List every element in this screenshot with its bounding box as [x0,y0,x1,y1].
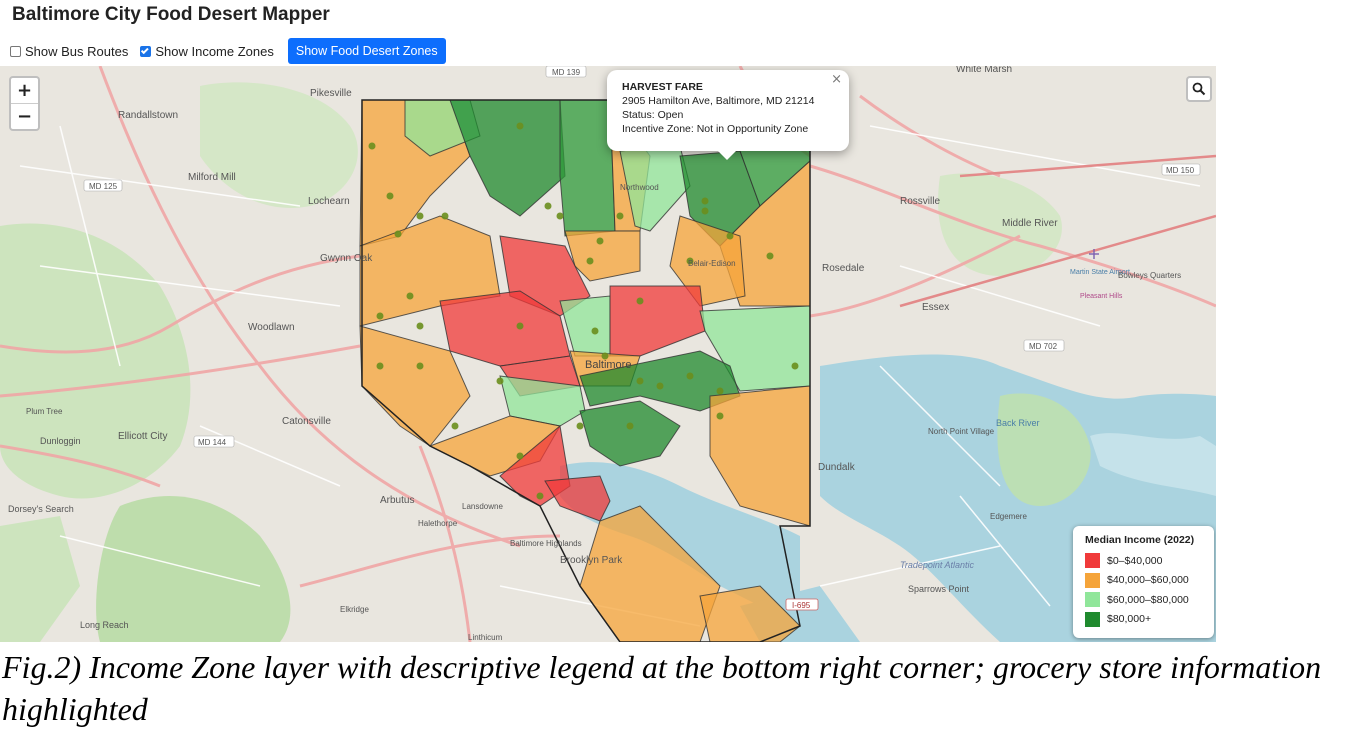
label-edgemere: Edgemere [990,512,1027,521]
basemap[interactable]: Pikesville Randallstown Milford Mill Loc… [0,66,1216,642]
label-arbutus: Arbutus [380,495,414,506]
map-view[interactable]: Pikesville Randallstown Milford Mill Loc… [0,66,1216,642]
legend-label: $60,000–$80,000 [1107,593,1189,606]
bus-routes-label: Show Bus Routes [25,43,129,59]
store-incentive-zone: Incentive Zone: Not in Opportunity Zone [622,123,809,135]
income-zones-label: Show Income Zones [155,43,274,59]
income-zones-toggle[interactable]: Show Income Zones [140,44,274,59]
zone-orange-se [709,385,811,527]
store-status: Status: Open [622,109,684,121]
zoom-in-button[interactable]: + [11,78,38,103]
road-label-md125: MD 125 [89,182,118,191]
label-northwood: Northwood [620,183,659,192]
label-brooklyn-park: Brooklyn Park [560,555,623,566]
label-lansdowne: Lansdowne [462,502,503,511]
park-north [200,82,358,208]
road-label-md702: MD 702 [1029,342,1058,351]
label-back-river: Back River [996,418,1040,428]
label-lochearn: Lochearn [308,196,350,207]
label-rossville: Rossville [900,196,940,207]
zoom-out-button[interactable]: − [11,103,38,129]
legend-label: $0–$40,000 [1107,554,1163,567]
label-dorseys-search: Dorsey's Search [8,504,74,514]
legend-title: Median Income (2022) [1085,534,1195,546]
label-halethorpe: Halethorpe [418,519,458,528]
zone-green-canton [579,400,681,467]
zoom-control: + − [9,76,40,131]
label-randallstown: Randallstown [118,110,178,121]
search-icon [1192,82,1206,96]
park-sw-edge [0,516,80,642]
label-middle-river: Middle River [1002,218,1058,229]
label-tradepoint-atlantic: Tradepoint Atlantic [900,560,975,570]
road-label-md150: MD 150 [1166,166,1195,175]
income-legend: Median Income (2022) $0–$40,000 $40,000–… [1073,526,1214,638]
label-pikesville: Pikesville [310,88,352,99]
label-sparrows-point: Sparrows Point [908,584,970,594]
legend-swatch [1085,553,1100,569]
legend-item: $80,000+ [1085,610,1204,630]
label-white-marsh: White Marsh [956,66,1012,75]
legend-swatch [1085,611,1100,627]
label-baltimore-highlands: Baltimore Highlands [510,539,582,548]
label-north-point-village: North Point Village [928,427,995,436]
label-belair-edison: Belair-Edison [688,259,736,268]
popup-close-button[interactable]: × [831,73,842,87]
label-ellicott-city: Ellicott City [118,431,167,442]
figure-caption: Fig.2) Income Zone layer with descriptiv… [2,649,1322,727]
zone-red-south2 [544,475,611,522]
label-dundalk: Dundalk [818,462,856,473]
store-name: HARVEST FARE [622,81,703,93]
label-plum-tree: Plum Tree [26,407,63,416]
label-woodlawn: Woodlawn [248,322,295,333]
label-milford-mill: Milford Mill [188,172,236,183]
road-label-i695: I-695 [792,601,811,610]
label-rosedale: Rosedale [822,263,865,274]
label-long-reach: Long Reach [80,620,129,630]
legend-item: $60,000–$80,000 [1085,590,1204,610]
app-title: Baltimore City Food Desert Mapper [12,4,330,25]
label-catonsville: Catonsville [282,416,331,427]
show-food-desert-zones-button[interactable]: Show Food Desert Zones [287,38,446,64]
layer-controls: Show Bus Routes Show Income Zones Show F… [10,38,446,64]
legend-swatch [1085,592,1100,608]
label-elkridge: Elkridge [340,605,369,614]
road-label-md139: MD 139 [552,68,581,77]
label-gwynn-oak: Gwynn Oak [320,253,373,264]
legend-item: $40,000–$60,000 [1085,571,1204,591]
label-baltimore: Baltimore [585,359,631,371]
label-essex: Essex [922,302,949,313]
store-info-popup: × HARVEST FARE 2905 Hamilton Ave, Baltim… [607,70,849,160]
bus-routes-checkbox[interactable] [10,45,21,57]
label-pleasant-hills: Pleasant Hills [1080,293,1123,300]
legend-swatch [1085,572,1100,588]
income-zones-checkbox[interactable] [140,45,152,57]
store-address: 2905 Hamilton Ave, Baltimore, MD 21214 [622,95,815,107]
zone-red-east [609,285,706,357]
legend-item: $0–$40,000 [1085,551,1204,571]
label-dunloggin: Dunloggin [40,436,81,446]
label-linthicum: Linthicum [468,633,503,642]
bus-routes-toggle[interactable]: Show Bus Routes [10,44,128,59]
legend-label: $40,000–$60,000 [1107,574,1189,587]
road-label-md144: MD 144 [198,438,227,447]
label-bowleys-quarters: Bowleys Quarters [1118,271,1181,280]
legend-label: $80,000+ [1107,613,1152,626]
map-search-button[interactable] [1186,76,1212,102]
